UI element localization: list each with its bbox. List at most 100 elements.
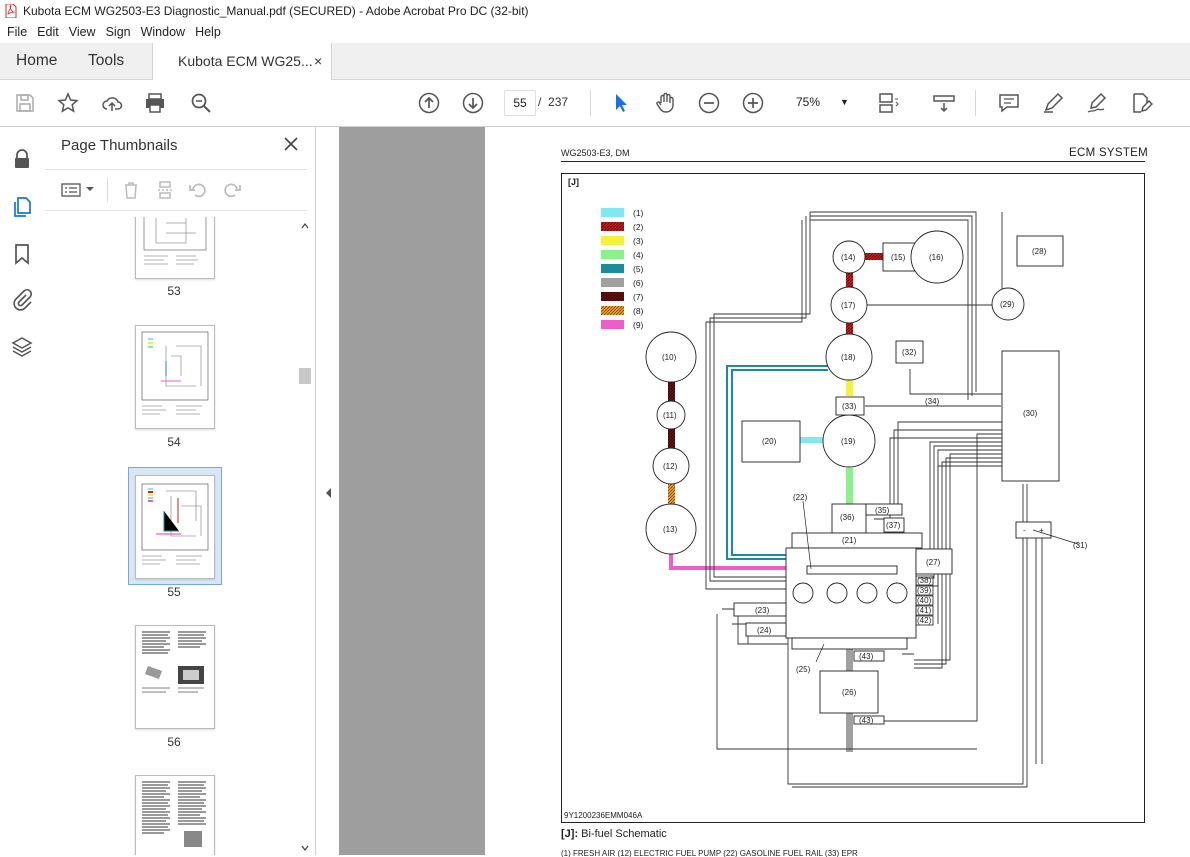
legend-swatch-4	[601, 250, 624, 259]
menu-sign[interactable]: Sign	[101, 22, 136, 43]
label-19: (19)	[841, 437, 856, 446]
upload-cloud-icon[interactable]	[100, 91, 124, 115]
label-plus: +	[1039, 526, 1044, 535]
scroll-down-icon[interactable]	[301, 844, 309, 852]
select-cursor-icon[interactable]	[609, 91, 633, 115]
save-icon[interactable]	[13, 91, 37, 115]
legend-swatch-9	[601, 320, 624, 329]
legend-label: (3)	[633, 236, 644, 246]
label-37: (37)	[886, 521, 901, 530]
delete-icon[interactable]	[121, 180, 141, 200]
collapse-panel-icon[interactable]	[324, 487, 332, 499]
cylinder	[792, 582, 814, 604]
tab-document[interactable]: Kubota ECM WG25... ×	[152, 43, 332, 80]
highlight-pen-icon[interactable]	[1041, 91, 1065, 115]
legend-label: (1)	[633, 208, 644, 218]
bookmark-icon[interactable]	[10, 242, 34, 266]
page-thumbnails-panel: Page Thumbnails 53 54 55 56	[45, 127, 316, 855]
draw-sign-icon[interactable]	[1085, 91, 1109, 115]
label-43: (43)	[859, 716, 874, 725]
thumbnail-label: 56	[167, 735, 181, 749]
zoom-search-icon[interactable]	[189, 91, 213, 115]
label-30: (30)	[1023, 409, 1038, 418]
label-29: (29)	[1000, 300, 1015, 309]
next-page-icon[interactable]	[461, 91, 485, 115]
legend-label: (5)	[633, 264, 644, 274]
zoom-select[interactable]: 75% ▼	[785, 90, 855, 114]
previous-page-icon[interactable]	[417, 91, 441, 115]
chevron-down-icon[interactable]	[85, 185, 95, 193]
tab-home[interactable]: Home	[16, 43, 57, 79]
label-21: (21)	[842, 536, 857, 545]
menu-file[interactable]: File	[0, 22, 32, 43]
menu-window[interactable]: Window	[136, 22, 190, 43]
cylinder	[886, 582, 908, 604]
pipe-teal	[726, 365, 828, 560]
cylinder	[856, 582, 878, 604]
pipe-air	[799, 437, 825, 443]
rotate-right-icon[interactable]	[222, 180, 242, 200]
page-thumbnail-current[interactable]	[135, 475, 215, 579]
zoom-in-icon[interactable]	[741, 91, 765, 115]
tab-tools[interactable]: Tools	[88, 43, 124, 79]
page-thumbnail[interactable]	[135, 325, 215, 429]
redact-edit-icon[interactable]	[1129, 91, 1153, 115]
thumbnail-label: 55	[167, 585, 181, 599]
tab-document-label: Kubota ECM WG25...	[178, 53, 313, 69]
label-38: (38)	[917, 576, 932, 585]
panel-toolbar	[45, 169, 307, 211]
pages-icon[interactable]	[10, 195, 34, 219]
thumbnail-list: 53 54 55 56	[45, 217, 300, 855]
print-icon[interactable]	[143, 91, 167, 115]
zoom-out-icon[interactable]	[697, 91, 721, 115]
menu-edit[interactable]: Edit	[32, 22, 64, 43]
thumbnail-options-icon[interactable]	[61, 182, 81, 198]
legend-label: (2)	[633, 222, 644, 232]
attachment-icon[interactable]	[10, 288, 34, 312]
label-20: (20)	[762, 437, 777, 446]
extract-pages-icon[interactable]	[155, 180, 175, 200]
close-icon[interactable]	[283, 136, 299, 152]
comment-icon[interactable]	[997, 91, 1021, 115]
scroll-up-icon[interactable]	[301, 222, 309, 230]
layers-icon[interactable]	[10, 335, 34, 359]
page-number-input[interactable]: 55	[504, 90, 536, 116]
menu-help[interactable]: Help	[190, 22, 226, 43]
thumbnail-scrollbar[interactable]	[297, 220, 313, 855]
legend-label: (4)	[633, 250, 644, 260]
legend-swatch-5	[601, 264, 624, 273]
legend-label: (7)	[633, 292, 644, 302]
caption-tag: [J]:	[561, 828, 579, 840]
label-14: (14)	[841, 253, 856, 262]
label-36: (36)	[840, 513, 855, 522]
scroll-thumb[interactable]	[299, 368, 311, 384]
star-icon[interactable]	[56, 91, 80, 115]
label-35: (35)	[875, 506, 890, 515]
label-26: (26)	[842, 688, 857, 697]
label-32: (32)	[902, 348, 917, 357]
label-34: (34)	[925, 397, 940, 406]
toolbar-divider	[975, 90, 976, 116]
pdf-page[interactable]: WG2503-E3, DM ECM SYSTEM [J] 9Y1200236EM…	[485, 127, 1190, 857]
page-thumbnail[interactable]	[135, 775, 215, 855]
scroll-mode-icon[interactable]	[932, 91, 956, 115]
parts-list-partial: (1) FRESH AIR (12) ELECTRIC FUEL PUMP (2…	[561, 849, 858, 857]
lock-icon[interactable]	[10, 147, 34, 171]
label-40: (40)	[917, 596, 932, 605]
panel-title: Page Thumbnails	[61, 137, 178, 154]
page-thumbnail[interactable]	[135, 625, 215, 729]
page-thumbnail[interactable]	[135, 217, 215, 279]
menu-view[interactable]: View	[64, 22, 101, 43]
bi-fuel-schematic-diagram: (1) (2) (3) (4) (5) (6) (7) (8) (9) (10)…	[601, 208, 1088, 788]
fit-page-icon[interactable]	[876, 91, 900, 115]
label-41: (41)	[917, 606, 932, 615]
header-rule	[561, 161, 1145, 162]
label-12: (12)	[663, 462, 678, 471]
thumbnail-preview	[141, 483, 209, 565]
rotate-left-icon[interactable]	[188, 180, 208, 200]
label-42: (42)	[917, 616, 932, 625]
legend-swatch-8	[601, 306, 624, 315]
cylinder	[826, 582, 848, 604]
tab-close-icon[interactable]: ×	[314, 43, 322, 79]
hand-tool-icon[interactable]	[653, 91, 677, 115]
